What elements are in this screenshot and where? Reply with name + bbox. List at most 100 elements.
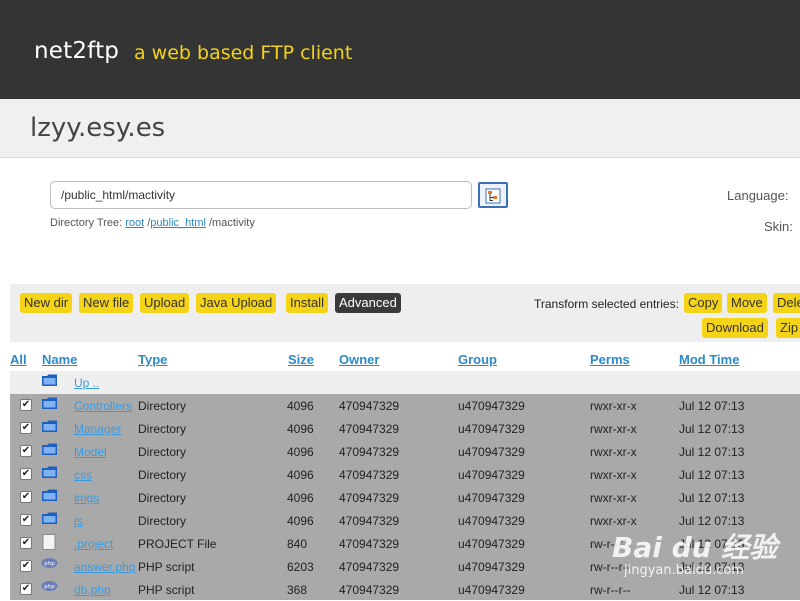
- file-group: u470947329: [458, 468, 525, 482]
- row-checkbox[interactable]: ✔: [20, 491, 32, 503]
- file-group: u470947329: [458, 514, 525, 528]
- folder-icon: [42, 489, 57, 501]
- file-type: Directory: [138, 491, 187, 505]
- row-checkbox[interactable]: ✔: [20, 422, 32, 434]
- move-button[interactable]: Move: [727, 293, 767, 313]
- row-checkbox[interactable]: ✔: [20, 583, 32, 595]
- zip-button[interactable]: Zip: [776, 318, 800, 338]
- file-owner: 470947329: [339, 399, 400, 413]
- column-owner[interactable]: Owner: [339, 352, 379, 367]
- file-mtime: Jul 12 07:13: [679, 491, 745, 505]
- folder-icon: [42, 466, 57, 478]
- file-group: u470947329: [458, 399, 525, 413]
- file-name-link[interactable]: answer.php: [74, 560, 135, 574]
- directory-tree-button[interactable]: [478, 182, 508, 208]
- file-name-link[interactable]: imgs: [74, 491, 99, 505]
- file-mtime: Jul 12 07:13: [679, 468, 745, 482]
- skin-label: Skin:: [764, 219, 793, 234]
- row-checkbox[interactable]: ✔: [20, 514, 32, 526]
- file-name-link[interactable]: Controllers: [74, 399, 132, 413]
- row-checkbox[interactable]: ✔: [20, 445, 32, 457]
- install-button[interactable]: Install: [286, 293, 328, 313]
- file-perms: rw-r--r--: [590, 583, 631, 597]
- upload-button[interactable]: Upload: [140, 293, 190, 313]
- column-name[interactable]: Name: [42, 352, 77, 367]
- folder-icon: [42, 443, 57, 455]
- file-owner: 470947329: [339, 422, 400, 436]
- app-header: net2ftp a web based FTP client: [0, 0, 800, 99]
- watermark-url: jingyan.baidu.com: [624, 563, 744, 578]
- file-perms: rwxr-xr-x: [590, 399, 637, 413]
- file-size: 4096: [287, 445, 314, 459]
- file-name-link[interactable]: Model: [74, 445, 107, 459]
- file-name-link[interactable]: db.php: [74, 583, 111, 597]
- tree-link-public-html[interactable]: public_html: [150, 217, 206, 229]
- up-directory-link[interactable]: Up ..: [74, 376, 99, 390]
- file-type: Directory: [138, 445, 187, 459]
- file-owner: 470947329: [339, 468, 400, 482]
- file-name-link[interactable]: js: [74, 514, 83, 528]
- file-mtime: Jul 12 07:13: [679, 422, 745, 436]
- advanced-button[interactable]: Advanced: [335, 293, 401, 313]
- column-group[interactable]: Group: [458, 352, 497, 367]
- delete-button[interactable]: Dele: [773, 293, 800, 313]
- java-upload-button[interactable]: Java Upload: [196, 293, 277, 313]
- app-tagline: a web based FTP client: [134, 42, 353, 64]
- file-perms: rwxr-xr-x: [590, 445, 637, 459]
- file-group: u470947329: [458, 583, 525, 597]
- file-size: 6203: [287, 560, 314, 574]
- file-size: 4096: [287, 514, 314, 528]
- up-directory-row[interactable]: Up ..: [10, 371, 800, 394]
- file-owner: 470947329: [339, 514, 400, 528]
- new-dir-button[interactable]: New dir: [20, 293, 73, 313]
- file-size: 4096: [287, 399, 314, 413]
- column-size[interactable]: Size: [288, 352, 314, 367]
- table-row[interactable]: ✔ Model Directory 4096 470947329 u470947…: [10, 440, 800, 463]
- file-size: 4096: [287, 422, 314, 436]
- new-file-button[interactable]: New file: [79, 293, 134, 313]
- file-name-link[interactable]: css: [74, 468, 92, 482]
- file-owner: 470947329: [339, 560, 400, 574]
- row-checkbox[interactable]: ✔: [20, 399, 32, 411]
- column-perms[interactable]: Perms: [590, 352, 630, 367]
- table-row[interactable]: ✔ Manager Directory 4096 470947329 u4709…: [10, 417, 800, 440]
- file-type: Directory: [138, 468, 187, 482]
- download-button[interactable]: Download: [702, 318, 768, 338]
- table-row[interactable]: ✔ Controllers Directory 4096 470947329 u…: [10, 394, 800, 417]
- table-row[interactable]: ✔ php db.php PHP script 368 470947329 u4…: [10, 578, 800, 601]
- file-owner: 470947329: [339, 491, 400, 505]
- php-icon: php: [41, 581, 58, 591]
- file-group: u470947329: [458, 560, 525, 574]
- svg-text:php: php: [44, 584, 55, 590]
- row-checkbox[interactable]: ✔: [20, 537, 32, 549]
- file-perms: rwxr-xr-x: [590, 491, 637, 505]
- file-size: 840: [287, 537, 308, 551]
- row-checkbox[interactable]: ✔: [20, 468, 32, 480]
- file-mtime: Jul 12 07:13: [679, 399, 745, 413]
- svg-text:php: php: [44, 561, 55, 567]
- file-group: u470947329: [458, 537, 525, 551]
- language-label: Language:: [727, 188, 789, 203]
- file-perms: rwxr-xr-x: [590, 422, 637, 436]
- file-owner: 470947329: [339, 445, 400, 459]
- file-name-link[interactable]: Manager: [74, 422, 121, 436]
- transform-label: Transform selected entries:: [534, 297, 679, 311]
- tree-link-root[interactable]: root: [125, 217, 144, 229]
- table-row[interactable]: ✔ imgs Directory 4096 470947329 u4709473…: [10, 486, 800, 509]
- column-mod-time[interactable]: Mod Time: [679, 352, 739, 367]
- directory-path-input[interactable]: [50, 181, 472, 209]
- copy-button[interactable]: Copy: [684, 293, 723, 313]
- file-mtime: Jul 12 07:13: [679, 445, 745, 459]
- row-checkbox[interactable]: ✔: [20, 560, 32, 572]
- folder-icon: [42, 512, 57, 524]
- table-row[interactable]: ✔ css Directory 4096 470947329 u47094732…: [10, 463, 800, 486]
- action-toolbar: New dir New file Upload Java Upload Inst…: [10, 284, 800, 342]
- column-type[interactable]: Type: [138, 352, 167, 367]
- file-size: 4096: [287, 468, 314, 482]
- file-size: 368: [287, 583, 308, 597]
- select-all-link[interactable]: All: [10, 352, 27, 367]
- tree-icon: [485, 188, 501, 204]
- tree-current: /mactivity: [209, 217, 255, 229]
- file-name-link[interactable]: .project: [74, 537, 113, 551]
- file-mtime: Jul 12 07:13: [679, 583, 745, 597]
